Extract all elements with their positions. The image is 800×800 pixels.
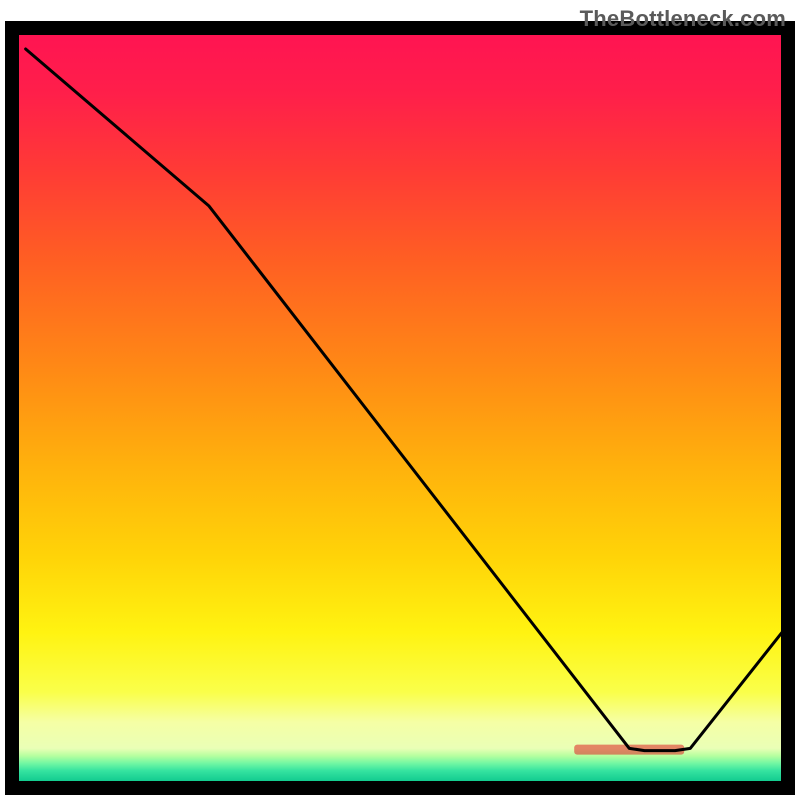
chart-background <box>18 34 782 782</box>
chart-container: TheBottleneck.com <box>0 0 800 800</box>
chart-svg <box>0 0 800 800</box>
watermark-text: TheBottleneck.com <box>580 6 786 32</box>
